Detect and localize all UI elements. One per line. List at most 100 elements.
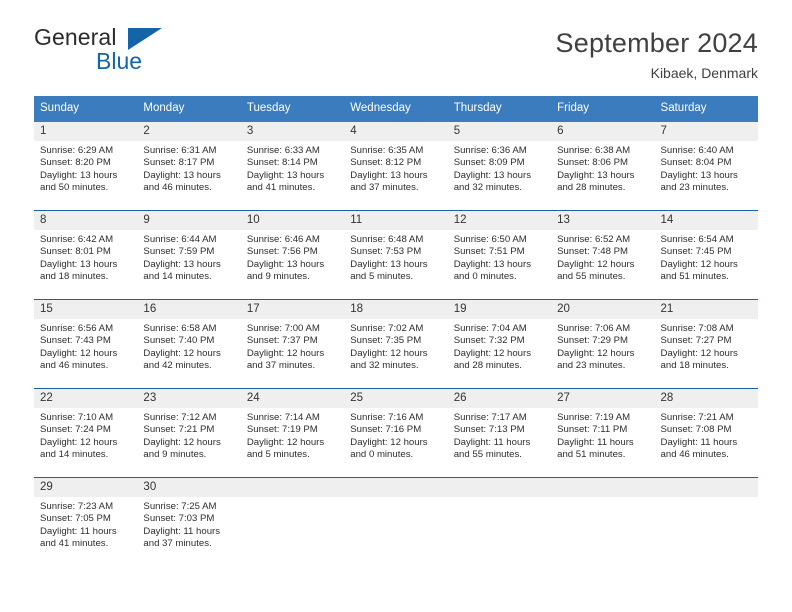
day-cell[interactable]: 29 Sunrise: 7:23 AM Sunset: 7:05 PM Dayligh… — [34, 477, 138, 566]
daylight-text-line2: and 0 minutes. — [350, 449, 414, 461]
day-cell[interactable]: 2 Sunrise: 6:31 AM Sunset: 8:17 PM Daylight… — [137, 121, 241, 210]
sunset-text: Sunset: 7:27 PM — [660, 335, 732, 347]
day-cell[interactable]: 6 Sunrise: 6:38 AM Sunset: 8:06 PM Daylight… — [551, 121, 655, 210]
daylight-text-line1: Daylight: 13 hours — [246, 169, 325, 181]
day-cell[interactable]: 27 Sunrise: 7:19 AM Sunset: 7:11 PM Dayligh… — [551, 388, 655, 477]
day-cell[interactable]: 24 Sunrise: 7:14 AM Sunset: 7:19 PM Dayligh… — [240, 388, 345, 477]
day-info: Sunrise: 6:33 AM Sunset: 8:14 PM Daylight:… — [241, 141, 344, 195]
day-number: 28 — [654, 388, 758, 408]
day-cell[interactable]: 21 Sunrise: 7:08 AM Sunset: 7:27 PM Dayligh… — [654, 299, 758, 388]
calendar-week-row: 1 Sunrise: 6:29 AM Sunset: 8:20 PM Daylight… — [34, 121, 758, 210]
day-info: Sunrise: 7:12 AM Sunset: 7:21 PM Daylight:… — [137, 408, 240, 462]
sunset-text: Sunset: 7:16 PM — [350, 424, 422, 436]
daylight-text-line2: and 55 minutes. — [453, 449, 522, 461]
day-number: 10 — [240, 210, 345, 230]
sunrise-text: Sunrise: 7:10 AM — [40, 411, 114, 423]
day-info: Sunrise: 6:36 AM Sunset: 8:09 PM Daylight:… — [448, 141, 551, 195]
day-info — [344, 497, 447, 501]
day-number: 7 — [654, 121, 758, 141]
day-info: Sunrise: 6:46 AM Sunset: 7:56 PM Daylight:… — [241, 230, 344, 284]
daylight-text-line2: and 14 minutes. — [40, 449, 109, 461]
day-cell[interactable]: 9 Sunrise: 6:44 AM Sunset: 7:59 PM Daylight… — [137, 210, 241, 299]
sunrise-text: Sunrise: 6:58 AM — [143, 322, 217, 334]
day-cell[interactable]: 12 Sunrise: 6:50 AM Sunset: 7:51 PM Dayligh… — [447, 210, 552, 299]
day-cell[interactable]: 1 Sunrise: 6:29 AM Sunset: 8:20 PM Daylight… — [34, 121, 138, 210]
calendar-week-row: 8 Sunrise: 6:42 AM Sunset: 8:01 PM Daylight… — [34, 209, 758, 299]
sunrise-text: Sunrise: 7:16 AM — [350, 411, 424, 423]
daylight-text-line2: and 14 minutes. — [143, 271, 212, 283]
sunset-text: Sunset: 7:21 PM — [143, 424, 215, 436]
daylight-text-line1: Daylight: 12 hours — [246, 347, 325, 359]
sunset-text: Sunset: 7:37 PM — [246, 335, 318, 347]
day-cell[interactable]: 5 Sunrise: 6:36 AM Sunset: 8:09 PM Daylight… — [447, 121, 552, 210]
day-number: 26 — [447, 388, 552, 408]
sunset-text: Sunset: 8:04 PM — [660, 157, 732, 169]
day-cell[interactable]: 4 Sunrise: 6:35 AM Sunset: 8:12 PM Daylight… — [344, 121, 448, 210]
day-cell[interactable]: 7 Sunrise: 6:40 AM Sunset: 8:04 PM Daylight… — [654, 121, 758, 210]
logo-word-general: General — [34, 24, 117, 50]
daylight-text-line1: Daylight: 12 hours — [557, 258, 635, 270]
day-number — [551, 477, 655, 497]
day-cell[interactable]: 13 Sunrise: 6:52 AM Sunset: 7:48 PM Dayligh… — [551, 210, 655, 299]
sunrise-text: Sunrise: 7:00 AM — [246, 322, 320, 334]
day-cell[interactable]: 16 Sunrise: 6:58 AM Sunset: 7:40 PM Dayligh… — [137, 299, 241, 388]
day-number: 30 — [137, 477, 241, 497]
day-info: Sunrise: 7:21 AM Sunset: 7:08 PM Daylight:… — [655, 408, 758, 462]
daylight-text-line1: Daylight: 11 hours — [453, 436, 531, 448]
sunset-text: Sunset: 8:06 PM — [557, 157, 629, 169]
day-info: Sunrise: 6:38 AM Sunset: 8:06 PM Daylight:… — [551, 141, 654, 195]
day-cell[interactable]: 22 Sunrise: 7:10 AM Sunset: 7:24 PM Dayligh… — [34, 388, 138, 477]
daylight-text-line1: Daylight: 13 hours — [40, 258, 118, 270]
weekday-header-saturday: Saturday — [660, 102, 707, 114]
day-cell[interactable]: 3 Sunrise: 6:33 AM Sunset: 8:14 PM Daylight… — [240, 121, 345, 210]
day-cell[interactable]: 30 Sunrise: 7:25 AM Sunset: 7:03 PM Dayligh… — [137, 477, 241, 566]
sunrise-text: Sunrise: 6:56 AM — [40, 322, 114, 334]
day-cell[interactable]: 10 Sunrise: 6:46 AM Sunset: 7:56 PM Dayligh… — [240, 210, 345, 299]
day-number: 11 — [344, 210, 448, 230]
sunrise-text: Sunrise: 6:29 AM — [40, 144, 114, 156]
day-cell[interactable]: 17 Sunrise: 7:00 AM Sunset: 7:37 PM Dayligh… — [240, 299, 345, 388]
day-cell[interactable]: 26 Sunrise: 7:17 AM Sunset: 7:13 PM Dayligh… — [447, 388, 552, 477]
day-info: Sunrise: 6:48 AM Sunset: 7:53 PM Daylight:… — [344, 230, 447, 284]
daylight-text-line2: and 41 minutes. — [40, 538, 109, 550]
day-info: Sunrise: 7:06 AM Sunset: 7:29 PM Daylight:… — [551, 319, 654, 373]
day-cell[interactable]: 14 Sunrise: 6:54 AM Sunset: 7:45 PM Dayligh… — [654, 210, 758, 299]
sunrise-text: Sunrise: 7:12 AM — [143, 411, 217, 423]
daylight-text-line2: and 46 minutes. — [40, 360, 109, 372]
daylight-text-line1: Daylight: 11 hours — [143, 525, 221, 537]
sunrise-text: Sunrise: 7:04 AM — [453, 322, 527, 334]
day-number: 16 — [137, 299, 241, 319]
daylight-text-line1: Daylight: 13 hours — [143, 258, 221, 270]
sunrise-text: Sunrise: 6:50 AM — [453, 233, 527, 245]
day-cell[interactable]: 20 Sunrise: 7:06 AM Sunset: 7:29 PM Dayligh… — [551, 299, 655, 388]
daylight-text-line2: and 23 minutes. — [660, 182, 729, 194]
day-number — [240, 477, 345, 497]
general-blue-logo[interactable]: General Blue — [34, 26, 184, 82]
daylight-text-line2: and 37 minutes. — [143, 538, 212, 550]
day-cell[interactable]: 25 Sunrise: 7:16 AM Sunset: 7:16 PM Dayligh… — [344, 388, 448, 477]
day-cell[interactable]: 28 Sunrise: 7:21 AM Sunset: 7:08 PM Dayligh… — [654, 388, 758, 477]
daylight-text-line1: Daylight: 13 hours — [40, 169, 118, 181]
day-info: Sunrise: 6:31 AM Sunset: 8:17 PM Daylight:… — [137, 141, 240, 195]
sunrise-text: Sunrise: 6:42 AM — [40, 233, 114, 245]
daylight-text-line1: Daylight: 12 hours — [143, 436, 221, 448]
day-number: 12 — [447, 210, 552, 230]
daylight-text-line2: and 0 minutes. — [453, 271, 517, 283]
day-cell[interactable]: 18 Sunrise: 7:02 AM Sunset: 7:35 PM Dayligh… — [344, 299, 448, 388]
day-cell-empty — [654, 477, 758, 566]
calendar-week-row: 29 Sunrise: 7:23 AM Sunset: 7:05 PM Dayligh… — [34, 476, 758, 566]
day-cell[interactable]: 8 Sunrise: 6:42 AM Sunset: 8:01 PM Daylight… — [34, 210, 138, 299]
day-info: Sunrise: 7:25 AM Sunset: 7:03 PM Daylight:… — [137, 497, 240, 551]
sunrise-text: Sunrise: 6:48 AM — [350, 233, 424, 245]
day-cell[interactable]: 15 Sunrise: 6:56 AM Sunset: 7:43 PM Dayligh… — [34, 299, 138, 388]
sunset-text: Sunset: 8:01 PM — [40, 246, 111, 258]
day-cell[interactable]: 23 Sunrise: 7:12 AM Sunset: 7:21 PM Dayligh… — [137, 388, 241, 477]
day-cell[interactable]: 19 Sunrise: 7:04 AM Sunset: 7:32 PM Dayligh… — [447, 299, 552, 388]
daylight-text-line1: Daylight: 12 hours — [350, 347, 428, 359]
day-number: 17 — [240, 299, 345, 319]
day-cell[interactable]: 11 Sunrise: 6:48 AM Sunset: 7:53 PM Dayligh… — [344, 210, 448, 299]
daylight-text-line1: Daylight: 12 hours — [40, 347, 118, 359]
daylight-text-line1: Daylight: 13 hours — [453, 258, 532, 270]
sunrise-text: Sunrise: 7:17 AM — [453, 411, 527, 423]
calendar-week-row: 22 Sunrise: 7:10 AM Sunset: 7:24 PM Dayligh… — [34, 387, 758, 477]
